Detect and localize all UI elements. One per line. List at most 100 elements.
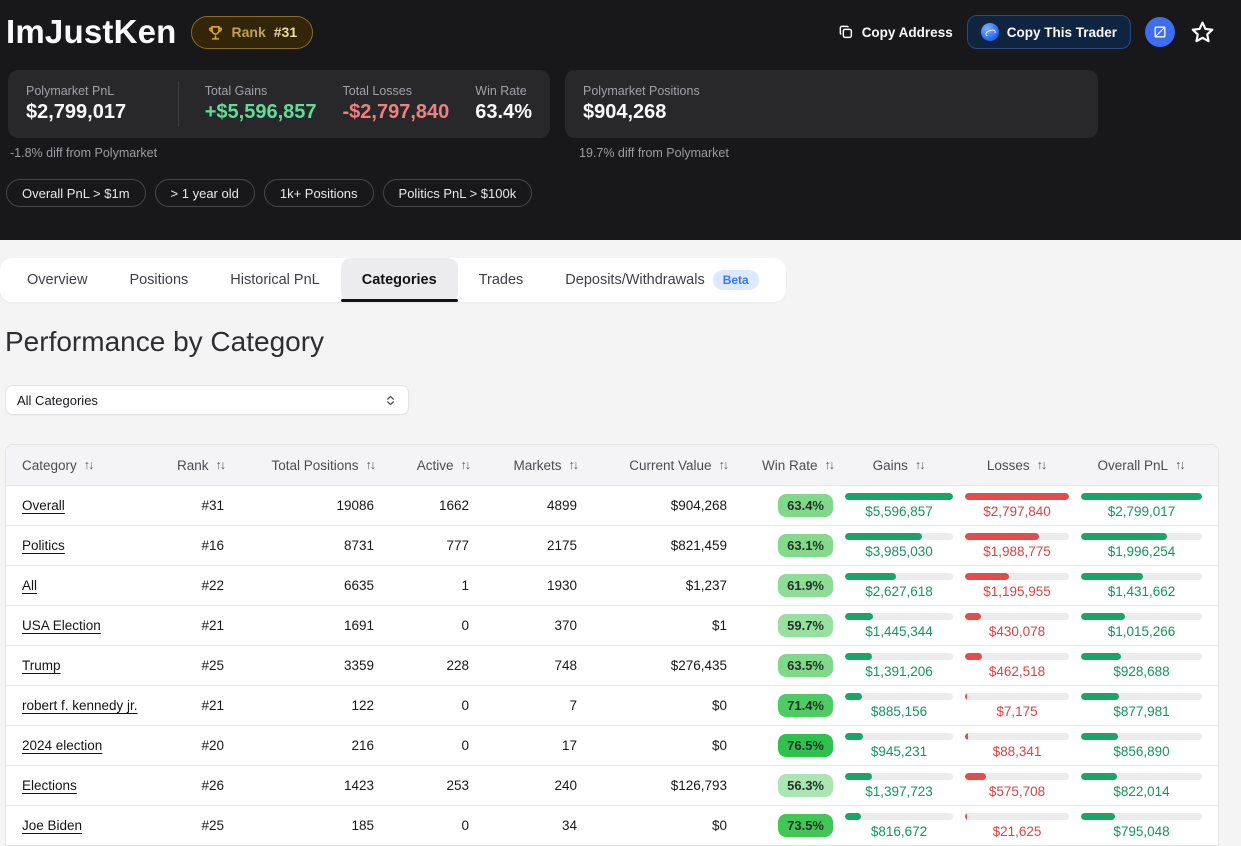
copy-trader-label: Copy This Trader xyxy=(1007,25,1117,40)
category-filter-select[interactable]: All Categories xyxy=(5,385,409,415)
tab-positions[interactable]: Positions xyxy=(108,258,209,302)
sort-icon[interactable]: ↑↓ xyxy=(461,458,470,472)
pnl-stats-card: Polymarket PnL $2,799,017 Total Gains +$… xyxy=(8,70,550,138)
total-positions-cell: 1423 xyxy=(224,778,374,793)
table-row: Elections #26 1423 253 240 $126,793 56.3… xyxy=(6,765,1218,805)
markets-cell: 34 xyxy=(469,818,577,833)
losses-cell: $1,195,955 xyxy=(953,573,1069,599)
category-link[interactable]: All xyxy=(22,578,37,593)
category-link[interactable]: Overall xyxy=(22,498,65,513)
win-rate-cell: 73.5% xyxy=(727,814,833,837)
pnl-bar-fill xyxy=(1081,653,1121,660)
sort-icon[interactable]: ↑↓ xyxy=(915,458,924,472)
category-link[interactable]: 2024 election xyxy=(22,738,102,753)
pnl-diff-note: -1.8% diff from Polymarket xyxy=(8,146,550,160)
category-link[interactable]: Elections xyxy=(22,778,77,793)
win-rate-badge: 56.3% xyxy=(778,774,833,797)
gains-bar-fill xyxy=(845,813,861,820)
category-link[interactable]: Joe Biden xyxy=(22,818,82,833)
copy-trade-coin-icon xyxy=(981,23,999,41)
table-row: Politics #16 8731 777 2175 $821,459 63.1… xyxy=(6,525,1218,565)
sort-icon[interactable]: ↑↓ xyxy=(825,458,834,472)
gains-cell: $5,596,857 xyxy=(833,493,953,519)
table-body: Overall #31 19086 1662 4899 $904,268 63.… xyxy=(6,485,1218,845)
pnl-bar-track xyxy=(1081,613,1202,620)
tab-categories[interactable]: Categories xyxy=(341,258,458,302)
total-positions-cell: 122 xyxy=(224,698,374,713)
tab-overview[interactable]: Overview xyxy=(6,258,108,302)
col-header-win-rate: Win Rate↑↓ xyxy=(727,458,833,473)
losses-bar-track xyxy=(965,533,1069,540)
category-link[interactable]: Trump xyxy=(22,658,61,673)
rank-cell: #16 xyxy=(152,538,224,553)
debank-icon xyxy=(1152,24,1168,40)
losses-bar-fill xyxy=(965,533,1039,540)
gains-value: $1,445,344 xyxy=(845,624,953,639)
sort-icon[interactable]: ↑↓ xyxy=(569,458,578,472)
gains-bar-track xyxy=(845,773,953,780)
sort-icon[interactable]: ↑↓ xyxy=(1175,458,1184,472)
category-cell: Politics xyxy=(22,538,152,553)
win-rate-badge: 59.7% xyxy=(778,614,833,637)
tab-historical-pnl[interactable]: Historical PnL xyxy=(209,258,340,302)
sort-icon[interactable]: ↑↓ xyxy=(84,458,93,472)
copy-this-trader-button[interactable]: Copy This Trader xyxy=(967,15,1131,49)
current-value-cell: $821,459 xyxy=(577,538,727,553)
star-icon xyxy=(1189,19,1216,46)
trader-badges: Overall PnL > $1m > 1 year old 1k+ Posit… xyxy=(6,179,1216,207)
gains-bar-fill xyxy=(845,693,862,700)
debank-button[interactable] xyxy=(1145,17,1175,47)
performance-table: Category↑↓ Rank↑↓ Total Positions↑↓ Acti… xyxy=(5,444,1219,846)
gains-cell: $816,672 xyxy=(833,813,953,839)
category-link[interactable]: Politics xyxy=(22,538,65,553)
win-rate-badge: 76.5% xyxy=(778,734,833,757)
copy-address-button[interactable]: Copy Address xyxy=(838,24,953,40)
losses-value: $1,195,955 xyxy=(965,584,1069,599)
category-cell: Joe Biden xyxy=(22,818,152,833)
sort-icon[interactable]: ↑↓ xyxy=(719,458,728,472)
gains-bar-track xyxy=(845,813,953,820)
tab-deposits-withdrawals[interactable]: Deposits/Withdrawals Beta xyxy=(544,258,779,302)
sort-icon[interactable]: ↑↓ xyxy=(216,458,225,472)
overall-pnl-cell: $1,996,254 xyxy=(1069,533,1202,559)
active-cell: 0 xyxy=(374,738,469,753)
gains-bar-fill xyxy=(845,733,863,740)
pnl-bar-track xyxy=(1081,493,1202,500)
profile-header: ImJustKen Rank #31 Copy Address xyxy=(0,0,1241,240)
category-filter-value: All Categories xyxy=(17,393,98,408)
table-row: Joe Biden #25 185 0 34 $0 73.5% $816,672… xyxy=(6,805,1218,845)
rank-cell: #21 xyxy=(152,698,224,713)
tab-trades[interactable]: Trades xyxy=(458,258,545,302)
pnl-bar-fill xyxy=(1081,693,1119,700)
current-value-cell: $1,237 xyxy=(577,578,727,593)
win-rate-cell: 63.4% xyxy=(727,494,833,517)
rank-badge: Rank #31 xyxy=(191,16,314,49)
badge-chip: > 1 year old xyxy=(155,179,255,207)
pnl-bar-fill xyxy=(1081,533,1167,540)
sort-icon[interactable]: ↑↓ xyxy=(1037,458,1046,472)
table-row: USA Election #21 1691 0 370 $1 59.7% $1,… xyxy=(6,605,1218,645)
markets-cell: 1930 xyxy=(469,578,577,593)
win-rate-badge: 61.9% xyxy=(778,574,833,597)
pnl-value: $856,890 xyxy=(1081,744,1202,759)
losses-cell: $7,175 xyxy=(953,693,1069,719)
sort-icon[interactable]: ↑↓ xyxy=(366,458,375,472)
active-cell: 0 xyxy=(374,618,469,633)
active-cell: 1 xyxy=(374,578,469,593)
losses-bar-track xyxy=(965,773,1069,780)
total-positions-cell: 19086 xyxy=(224,498,374,513)
current-value-cell: $0 xyxy=(577,738,727,753)
gains-cell: $1,397,723 xyxy=(833,773,953,799)
favorite-star-button[interactable] xyxy=(1189,19,1216,46)
pnl-bar-fill xyxy=(1081,733,1118,740)
category-link[interactable]: robert f. kennedy jr. xyxy=(22,698,138,713)
overall-pnl-cell: $877,981 xyxy=(1069,693,1202,719)
stat-win-rate: Win Rate 63.4% xyxy=(475,84,532,124)
overall-pnl-cell: $1,015,266 xyxy=(1069,613,1202,639)
category-link[interactable]: USA Election xyxy=(22,618,101,633)
rank-cell: #20 xyxy=(152,738,224,753)
col-header-losses: Losses↑↓ xyxy=(953,458,1069,473)
pnl-bar-track xyxy=(1081,653,1202,660)
col-header-total-positions: Total Positions↑↓ xyxy=(224,458,374,473)
pnl-bar-fill xyxy=(1081,573,1143,580)
